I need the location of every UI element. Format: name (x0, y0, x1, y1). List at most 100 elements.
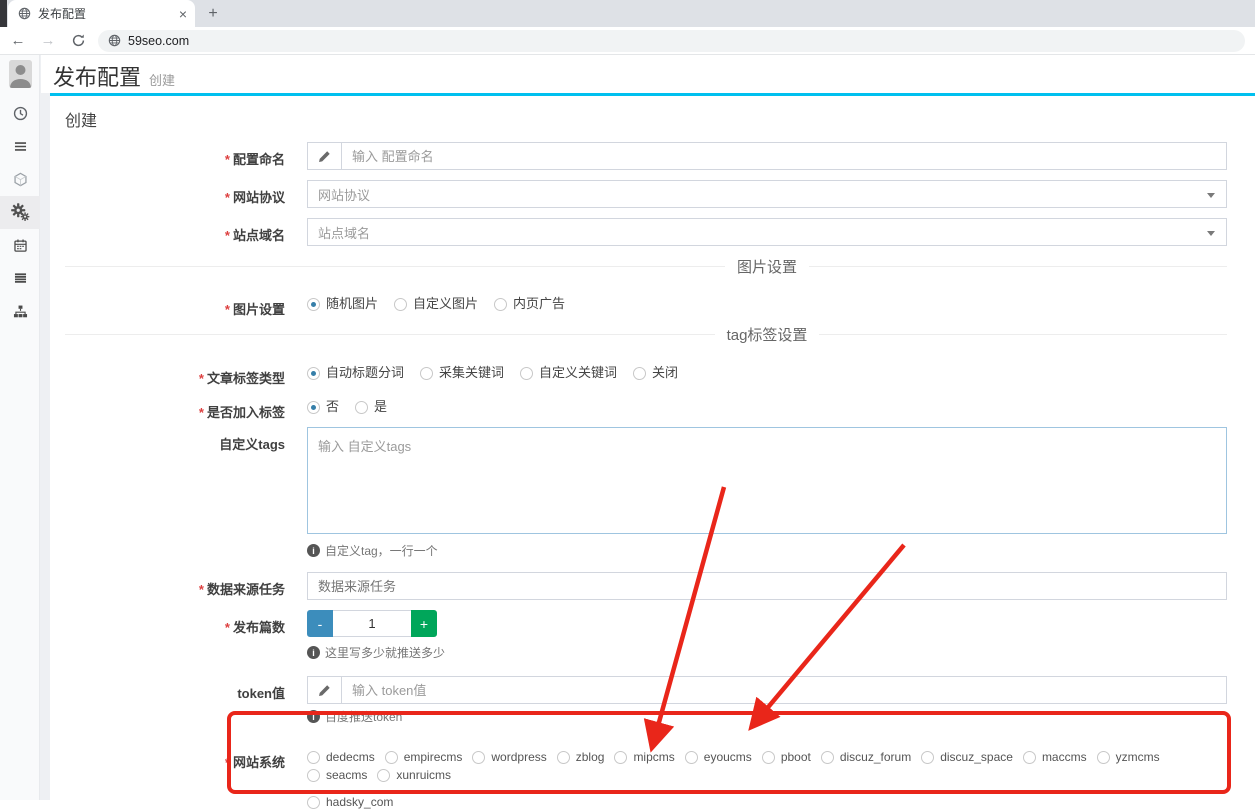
radio-option[interactable]: discuz_forum (821, 748, 911, 766)
tag-type-radio-group: 自动标题分词 采集关键词 自定义关键词关闭 (307, 361, 1227, 382)
radio-icon (557, 751, 570, 764)
radio-option[interactable]: 关闭 (633, 364, 678, 382)
radio-label: 自动标题分词 (326, 364, 404, 382)
stepper-increment-button[interactable]: + (411, 610, 437, 637)
radio-option[interactable]: 是 (355, 398, 387, 416)
data-source-input[interactable] (307, 572, 1227, 600)
info-icon: i (307, 710, 320, 723)
radio-option[interactable]: 随机图片 (307, 295, 378, 313)
radio-label: maccms (1042, 748, 1087, 766)
radio-label: zblog (576, 748, 605, 766)
radio-option[interactable]: 自定义关键词 (520, 364, 617, 382)
required-asterisk: * (225, 152, 230, 167)
publish-count-hint-row: i这里写多少就推送多少 (50, 644, 1227, 661)
radio-icon (307, 769, 320, 782)
sidebar-item-cogs[interactable] (0, 196, 40, 229)
image-setting-radio-group: 随机图片 自定义图片 内页广告 (307, 292, 1227, 313)
radio-icon (614, 751, 627, 764)
sidebar-item-hexagon[interactable] (0, 163, 40, 196)
add-tag-radio-group: 否是 (307, 395, 1227, 416)
field-label: 是否加入标签 (207, 405, 285, 420)
sidebar-item-calendar[interactable] (0, 229, 40, 262)
stepper-decrement-button[interactable]: - (307, 610, 333, 637)
radio-icon (1023, 751, 1036, 764)
radio-label: 内页广告 (513, 295, 565, 313)
radio-icon (420, 367, 433, 380)
tab-close-icon[interactable]: × (179, 7, 187, 21)
tab-favicon-globe-icon (18, 7, 31, 20)
radio-option[interactable]: eyoucms (685, 748, 752, 766)
radio-option[interactable]: maccms (1023, 748, 1087, 766)
radio-label: discuz_forum (840, 748, 911, 766)
radio-option[interactable]: mipcms (614, 748, 674, 766)
radio-icon (377, 769, 390, 782)
website-system-radio-group-row2: hadsky_com (307, 790, 1227, 811)
radio-option[interactable]: wordpress (472, 748, 546, 766)
radio-icon (685, 751, 698, 764)
radio-option[interactable]: seacms (307, 766, 367, 784)
radio-option[interactable]: empirecms (385, 748, 463, 766)
field-label: 站点域名 (233, 228, 285, 243)
sidebar-item-sitemap[interactable] (0, 295, 40, 328)
form-row-custom-tags: 自定义tags (50, 427, 1227, 539)
radio-option[interactable]: dedecms (307, 748, 375, 766)
radio-icon (520, 367, 533, 380)
page-title: 发布配置创建 (53, 60, 175, 92)
token-input[interactable] (342, 677, 1226, 703)
radio-option[interactable]: xunruicms (377, 766, 451, 784)
radio-icon (307, 751, 320, 764)
site-domain-select[interactable]: 站点域名 (307, 218, 1227, 246)
reload-button[interactable] (66, 29, 90, 53)
radio-label: discuz_space (940, 748, 1013, 766)
form-row-website-system: *网站系统 dedecmsempirecmswordpresszblogmipc… (50, 745, 1227, 811)
field-label: 文章标签类型 (207, 371, 285, 386)
config-name-input-group (307, 142, 1227, 170)
window-edge (0, 0, 7, 27)
required-asterisk: * (199, 405, 204, 420)
new-tab-button[interactable]: + (203, 4, 223, 24)
field-label: token值 (237, 686, 285, 701)
required-asterisk: * (225, 755, 230, 770)
radio-option[interactable]: discuz_space (921, 748, 1013, 766)
radio-option[interactable]: 自动标题分词 (307, 364, 404, 382)
radio-option[interactable]: zblog (557, 748, 605, 766)
omnibox[interactable]: 59seo.com (98, 30, 1245, 52)
radio-option[interactable]: 自定义图片 (394, 295, 478, 313)
field-label: 网站协议 (233, 190, 285, 205)
radio-icon (307, 796, 320, 809)
radio-label: 自定义关键词 (539, 364, 617, 382)
field-label: 发布篇数 (233, 620, 285, 635)
sidebar-item-list[interactable] (0, 262, 40, 295)
sidebar-item-clock[interactable] (0, 97, 40, 130)
radio-option[interactable]: pboot (762, 748, 811, 766)
radio-option[interactable]: yzmcms (1097, 748, 1160, 766)
form-row-publish-count: *发布篇数 - 1 + (50, 610, 1227, 637)
form-row-config-name: *配置命名 (50, 142, 1227, 170)
required-asterisk: * (225, 620, 230, 635)
radio-label: 自定义图片 (413, 295, 478, 313)
pencil-icon (318, 150, 331, 163)
stepper-value[interactable]: 1 (333, 610, 411, 637)
select-placeholder: 网站协议 (318, 185, 370, 204)
user-avatar[interactable] (9, 60, 32, 88)
site-protocol-select[interactable]: 网站协议 (307, 180, 1227, 208)
clock-icon (12, 105, 29, 122)
browser-tab[interactable]: 发布配置 × (8, 0, 195, 27)
sidebar-item-menu[interactable] (0, 130, 40, 163)
radio-icon (921, 751, 934, 764)
radio-option[interactable]: hadsky_com (307, 793, 393, 811)
radio-icon (633, 367, 646, 380)
form-row-image-setting: *图片设置 随机图片自定义图片内页广告 (50, 292, 1227, 318)
radio-label: dedecms (326, 748, 375, 766)
back-button[interactable]: ← (6, 29, 30, 53)
config-name-input[interactable] (342, 143, 1226, 169)
radio-option[interactable]: 内页广告 (494, 295, 565, 313)
radio-option[interactable]: 采集关键词 (420, 364, 504, 382)
custom-tags-textarea[interactable] (307, 427, 1227, 534)
field-label: 自定义tags (219, 437, 285, 452)
required-asterisk: * (225, 302, 230, 317)
list-icon (12, 270, 29, 287)
radio-option[interactable]: 否 (307, 398, 339, 416)
forward-button[interactable]: → (36, 29, 60, 53)
radio-label: 采集关键词 (439, 364, 504, 382)
